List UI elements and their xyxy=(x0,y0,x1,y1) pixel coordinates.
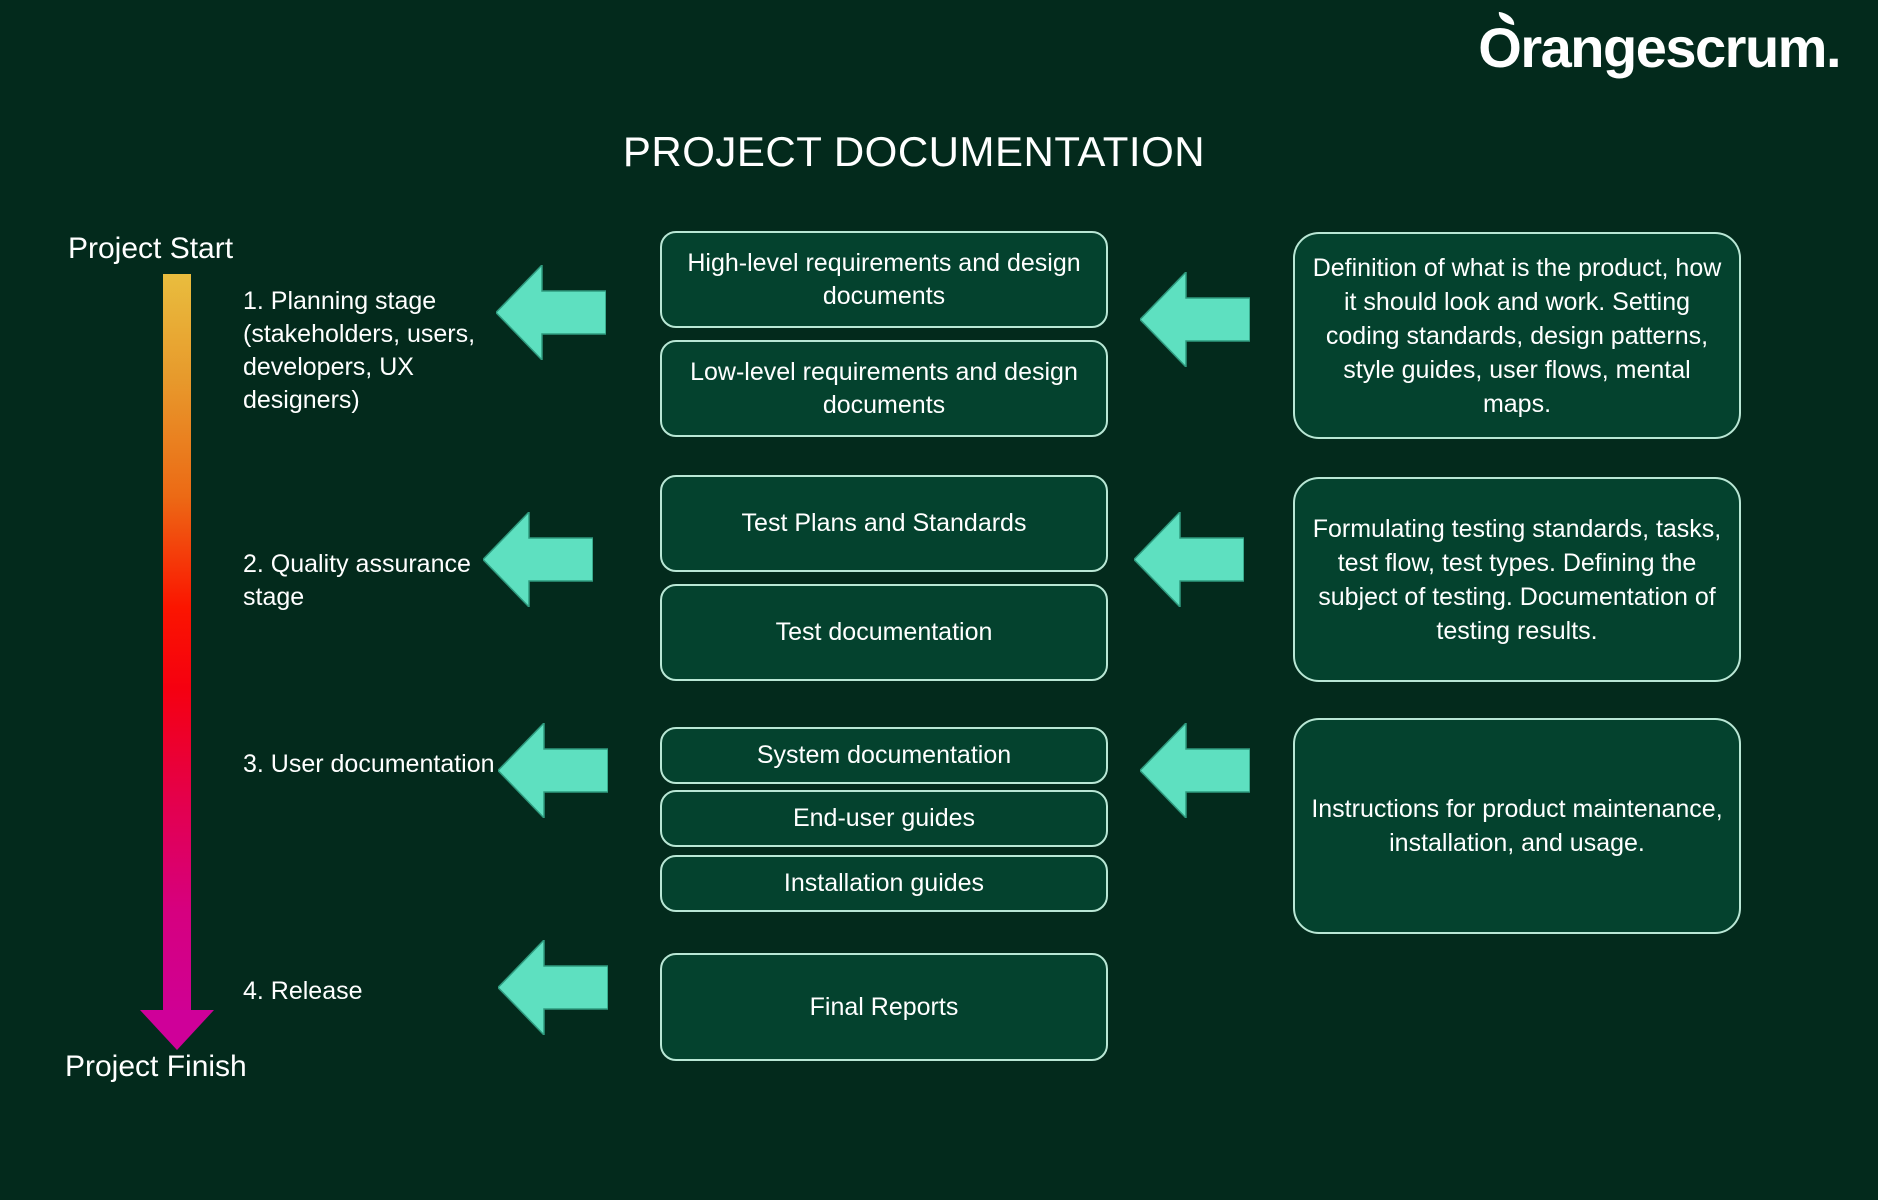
logo-initial-wrap: O xyxy=(1478,11,1522,76)
description-box: Instructions for product maintenance, in… xyxy=(1293,718,1741,934)
stage-label-planning: 1. Planning stage (stakeholders, users, … xyxy=(243,287,476,414)
timeline-gradient-bar xyxy=(163,274,191,1014)
document-box: Low-level requirements and design docume… xyxy=(660,340,1108,437)
document-box: Test Plans and Standards xyxy=(660,475,1108,572)
page-title: PROJECT DOCUMENTATION xyxy=(622,128,1206,175)
arrow-down-icon xyxy=(140,1010,214,1050)
orangescrum-logo: O rangescrum. xyxy=(1478,11,1841,76)
arrow-left-icon xyxy=(1140,723,1250,818)
timeline-finish-label: Project Finish xyxy=(65,1050,247,1083)
arrow-left-icon xyxy=(496,265,606,360)
document-box: Installation guides xyxy=(660,855,1108,912)
document-box: System documentation xyxy=(660,727,1108,784)
stage-label-quality-assurance: 2. Quality assurance stage xyxy=(243,550,471,611)
arrow-left-icon xyxy=(483,512,593,607)
document-box: High-level requirements and design docum… xyxy=(660,231,1108,328)
stage-label-user-documentation: 3. User documentation xyxy=(243,750,495,778)
logo-wordmark: rangescrum. xyxy=(1520,16,1841,79)
document-box: End-user guides xyxy=(660,790,1108,847)
timeline-start-label: Project Start xyxy=(68,232,234,265)
arrow-left-icon xyxy=(498,940,608,1035)
arrow-left-icon xyxy=(1134,512,1244,607)
logo-initial: O xyxy=(1478,16,1522,79)
arrow-left-icon xyxy=(498,723,608,818)
document-box: Test documentation xyxy=(660,584,1108,681)
stage-label-release: 4. Release xyxy=(243,977,363,1005)
description-box: Definition of what is the product, how i… xyxy=(1293,232,1741,439)
document-box: Final Reports xyxy=(660,953,1108,1061)
arrow-left-icon xyxy=(1140,272,1250,367)
description-box: Formulating testing standards, tasks, te… xyxy=(1293,477,1741,682)
